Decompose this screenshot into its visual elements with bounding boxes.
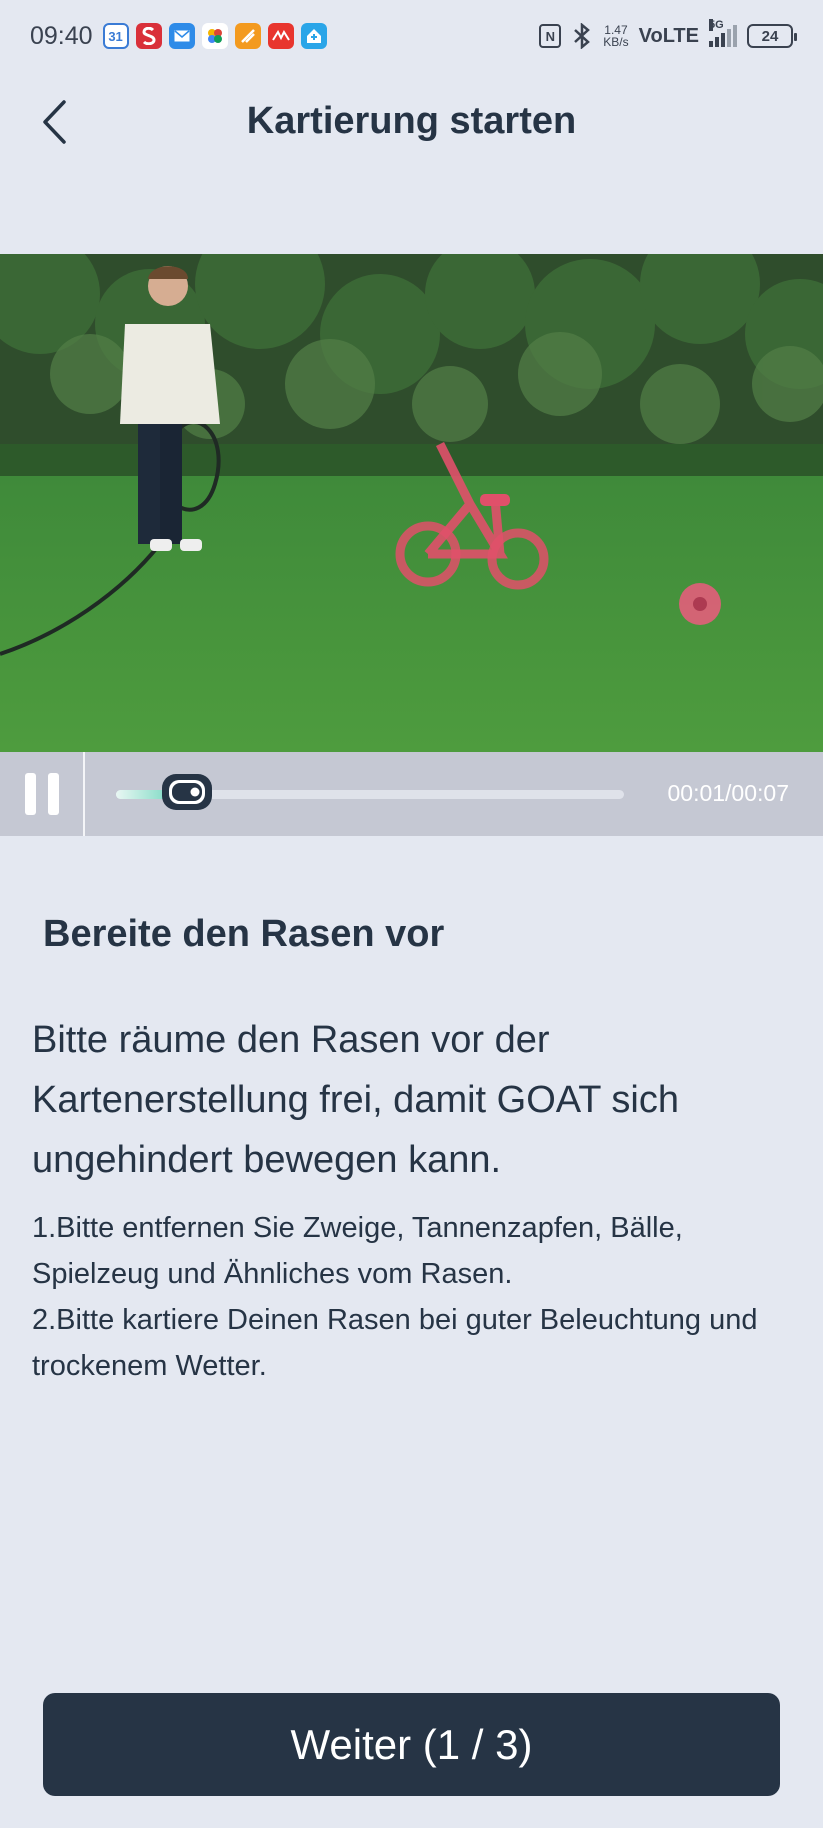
transit-app-icon [267, 23, 294, 49]
nfc-icon: N [539, 24, 562, 48]
home-app-icon [300, 23, 327, 49]
status-bar: 09:40 31 N 1.47 KB/s VoLTE 5G 24 [0, 0, 823, 72]
system-status: N 1.47 KB/s VoLTE 5G 24 [539, 19, 797, 49]
section-title: Bereite den Rasen vor [43, 913, 445, 955]
progress-track[interactable] [116, 774, 624, 810]
header: Kartierung starten [0, 72, 823, 182]
app-root: 09:40 31 N 1.47 KB/s VoLTE 5G 24 Kartier… [0, 0, 823, 1828]
status-time: 09:40 [30, 21, 93, 50]
page-title: Kartierung starten [246, 100, 577, 142]
next-button[interactable]: Weiter (1 / 3) [43, 1693, 780, 1796]
pause-bar-left [24, 773, 36, 815]
pause-button[interactable] [0, 752, 85, 836]
video-controls: 00:01/00:07 [0, 752, 823, 836]
video-frame [0, 254, 823, 752]
mail-icon [168, 23, 195, 49]
bluetooth-icon [574, 23, 591, 49]
mower-progress-handle[interactable] [160, 770, 214, 814]
tasks-app-icon [234, 23, 261, 49]
notification-icons: 31 [102, 23, 327, 49]
signal-label: 5G [709, 19, 724, 31]
intro-text: Bitte räume den Rasen vor der Kartenerst… [32, 1019, 679, 1181]
battery-level: 24 [761, 27, 779, 45]
volte-label: VoLTE [638, 24, 699, 47]
video-time: 00:01/00:07 [667, 780, 789, 806]
s-app-icon [135, 23, 162, 49]
photos-icon [201, 23, 228, 49]
instruction-item: 2.Bitte kartiere Deinen Rasen bei guter … [32, 1304, 758, 1382]
video-player[interactable] [0, 254, 823, 752]
calendar-icon: 31 [102, 23, 129, 49]
speed-unit: KB/s [603, 35, 629, 49]
battery-icon: 24 [747, 24, 797, 48]
mower-icon [162, 774, 213, 810]
network-speed: 1.47 KB/s [603, 24, 628, 48]
pause-bar-right [47, 773, 59, 815]
shrub-row [0, 444, 823, 479]
calendar-day: 31 [108, 28, 123, 44]
instruction-item: 1.Bitte entfernen Sie Zweige, Tannenzapf… [32, 1212, 683, 1290]
instructions-list: 1.Bitte entfernen Sie Zweige, Tannenzapf… [32, 1205, 802, 1389]
signal-icon: 5G [709, 19, 737, 47]
